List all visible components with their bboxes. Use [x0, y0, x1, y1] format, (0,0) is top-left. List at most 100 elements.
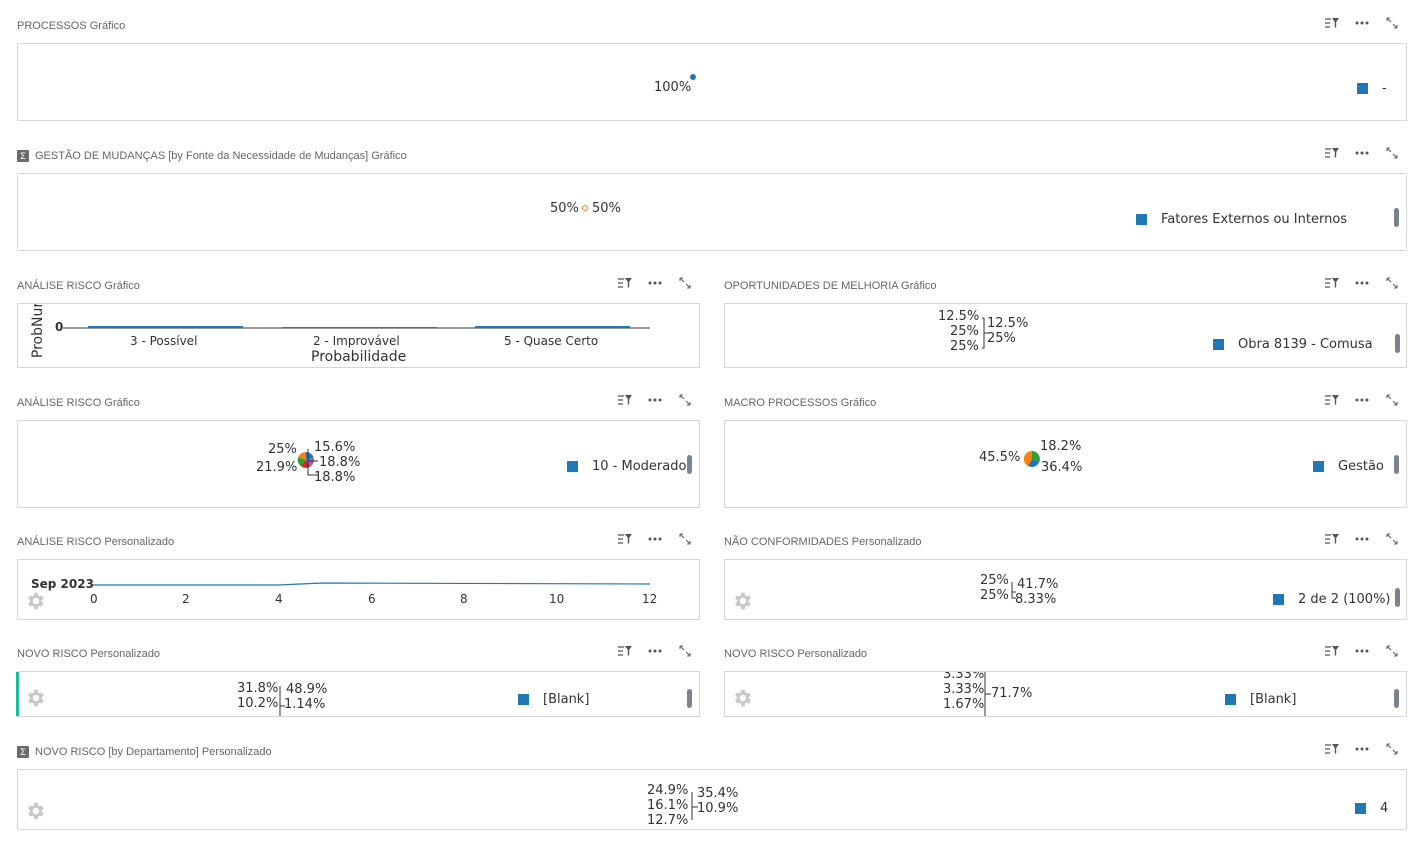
widget-analise-risco-personalizado: ANÁLISE RISCO Personalizado Sep 2023 0 2… — [17, 533, 700, 620]
more-icon[interactable] — [1347, 531, 1377, 547]
data-label: 48.9% — [286, 682, 328, 697]
filter-icon[interactable] — [610, 643, 640, 659]
widget-title: NOVO RISCO Personalizado — [17, 648, 161, 660]
expand-icon[interactable] — [1377, 145, 1407, 161]
data-label: 36.4% — [1041, 460, 1083, 475]
data-label: 21.9% — [256, 460, 298, 475]
legend-scrollbar[interactable] — [1395, 588, 1400, 607]
legend-item[interactable]: 10 - Moderado — [567, 459, 686, 474]
legend-scrollbar[interactable] — [687, 455, 692, 474]
expand-icon[interactable] — [670, 531, 700, 547]
filter-icon[interactable] — [1317, 741, 1347, 757]
legend-scrollbar[interactable] — [687, 689, 692, 708]
widget-toolbar — [1317, 15, 1407, 31]
data-label: 45.5% — [979, 450, 1021, 465]
filter-icon[interactable] — [1317, 531, 1347, 547]
data-label: 18.2% — [1040, 439, 1082, 454]
widget-title: ANÁLISE RISCO Gráfico — [17, 397, 140, 409]
expand-icon[interactable] — [1377, 392, 1407, 408]
bar — [475, 326, 630, 328]
gear-icon[interactable] — [731, 687, 753, 709]
chart-area: 25% 25% 41.7% 8.33% 2 de 2 (100%) — [724, 559, 1407, 620]
legend-swatch — [1213, 339, 1224, 350]
gear-icon[interactable] — [731, 590, 753, 612]
filter-icon[interactable] — [1317, 392, 1347, 408]
data-label: 35.4% — [697, 786, 739, 801]
expand-icon[interactable] — [1377, 741, 1407, 757]
data-label: 18.8% — [319, 455, 361, 470]
widget-novo-risco-right: NOVO RISCO Personalizado 3.33% 3.33% 1.6… — [724, 645, 1407, 718]
legend-item[interactable]: - — [1357, 81, 1387, 96]
legend-item[interactable]: 2 de 2 (100%) — [1273, 592, 1391, 607]
legend-swatch — [1136, 214, 1147, 225]
data-label: 1.67% — [943, 697, 985, 712]
expand-icon[interactable] — [670, 275, 700, 291]
filter-icon[interactable] — [1317, 643, 1347, 659]
more-icon[interactable] — [1347, 275, 1377, 291]
legend-scrollbar[interactable] — [1394, 689, 1399, 708]
legend-item[interactable]: [Blank] — [518, 692, 589, 707]
widget-toolbar — [610, 643, 700, 659]
filter-icon[interactable] — [610, 392, 640, 408]
expand-icon[interactable] — [1377, 275, 1407, 291]
more-icon[interactable] — [1347, 15, 1377, 31]
data-label: 25% — [268, 442, 297, 457]
filter-icon[interactable] — [1317, 15, 1347, 31]
widget-title: PROCESSOS Gráfico — [17, 20, 126, 32]
expand-icon[interactable] — [670, 392, 700, 408]
filter-icon[interactable] — [610, 275, 640, 291]
filter-icon[interactable] — [1317, 275, 1347, 291]
more-icon[interactable] — [640, 392, 670, 408]
legend-swatch — [1313, 461, 1324, 472]
data-label: 25% — [950, 339, 979, 354]
chart-area: 3.33% 3.33% 1.67% 71.7% [Blank] — [724, 671, 1407, 717]
series-line — [93, 582, 651, 586]
legend-item[interactable]: Obra 8139 - Comusa — [1213, 337, 1373, 352]
data-label: 31.8% — [237, 681, 279, 696]
widget-title: ANÁLISE RISCO Gráfico — [17, 280, 140, 292]
more-icon[interactable] — [640, 275, 670, 291]
more-icon[interactable] — [1347, 643, 1377, 659]
chart-area: 100% - — [17, 43, 1407, 121]
data-label: 25% — [980, 588, 1009, 603]
legend-item[interactable]: Fatores Externos ou Internos — [1136, 212, 1347, 227]
legend-swatch — [1225, 694, 1236, 705]
more-icon[interactable] — [1347, 741, 1377, 757]
legend-scrollbar[interactable] — [1394, 455, 1399, 474]
widget-title: ANÁLISE RISCO Personalizado — [17, 536, 175, 548]
more-icon[interactable] — [640, 531, 670, 547]
x-tick-label: 8 — [460, 592, 468, 606]
data-label: 10.9% — [697, 801, 739, 816]
legend-scrollbar[interactable] — [1394, 208, 1399, 227]
data-label: 12.5% — [987, 316, 1029, 331]
widget-novo-risco-left: NOVO RISCO Personalizado 31.8% 10.2% 48.… — [16, 645, 700, 718]
more-icon[interactable] — [640, 643, 670, 659]
expand-icon[interactable] — [670, 643, 700, 659]
filter-icon[interactable] — [1317, 145, 1347, 161]
x-axis-label: Probabilidade — [311, 349, 407, 365]
x-tick-label: 10 — [549, 592, 565, 606]
bar — [282, 327, 437, 328]
widget-toolbar — [610, 392, 700, 408]
expand-icon[interactable] — [1377, 531, 1407, 547]
expand-icon[interactable] — [1377, 15, 1407, 31]
filter-icon[interactable] — [610, 531, 640, 547]
data-label: 10.2% — [237, 696, 279, 711]
gear-icon[interactable] — [24, 590, 46, 612]
legend-item[interactable]: [Blank] — [1225, 692, 1296, 707]
more-icon[interactable] — [1347, 392, 1377, 408]
line-chart — [93, 582, 651, 586]
expand-icon[interactable] — [1377, 643, 1407, 659]
widget-processos: PROCESSOS Gráfico 100% - — [17, 17, 1407, 121]
data-label: 25% — [987, 331, 1016, 346]
widget-toolbar — [1317, 392, 1407, 408]
widget-toolbar — [610, 275, 700, 291]
gear-icon[interactable] — [24, 687, 46, 709]
legend-swatch — [1357, 83, 1368, 94]
legend-item[interactable]: 4 — [1355, 801, 1388, 816]
more-icon[interactable] — [1347, 145, 1377, 161]
legend-item[interactable]: Gestão — [1313, 459, 1384, 474]
chart-area: Sep 2023 0 2 4 6 8 10 12 — [17, 559, 700, 620]
gear-icon[interactable] — [24, 800, 46, 822]
legend-scrollbar[interactable] — [1395, 334, 1400, 353]
